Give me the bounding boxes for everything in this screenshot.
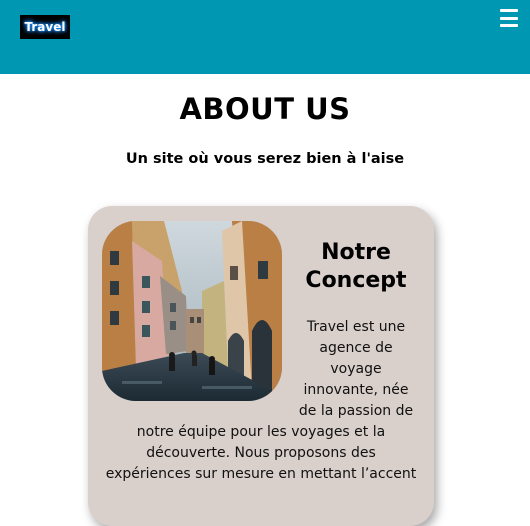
card-title-line1: Notre: [321, 240, 391, 265]
menu-bar: [500, 24, 518, 27]
travel-logo[interactable]: Travel: [20, 15, 70, 39]
card-text-line: agence de: [319, 340, 393, 356]
page-title: ABOUT US: [179, 92, 351, 126]
page-subtitle: Un site où vous serez bien à l'aise: [125, 151, 405, 167]
card-title-line2: Concept: [305, 268, 407, 293]
city-street-photo: [102, 221, 282, 401]
card-text-line: innovante, née: [303, 382, 409, 398]
card-text-line: découverte. Nous proposons des: [146, 445, 376, 461]
card-text-line: de la passion de: [298, 403, 414, 419]
hamburger-menu-icon[interactable]: [500, 9, 518, 27]
card-text-line: voyage: [330, 361, 382, 377]
card-title: Notre Concept: [288, 239, 424, 295]
concept-card: Notre Concept Travel est une agence de v…: [88, 206, 434, 526]
card-text-side: Travel est une agence de voyage innovant…: [292, 317, 420, 422]
card-text-line: expériences sur mesure en mettant l’acce…: [105, 466, 417, 482]
card-text-line: Travel est une: [306, 319, 406, 335]
menu-bar: [500, 9, 518, 12]
top-navbar: Travel: [0, 0, 530, 74]
city-street-image: [102, 221, 282, 401]
card-text-line: notre équipe pour les voyages et la: [136, 424, 386, 440]
menu-bar: [500, 16, 518, 20]
